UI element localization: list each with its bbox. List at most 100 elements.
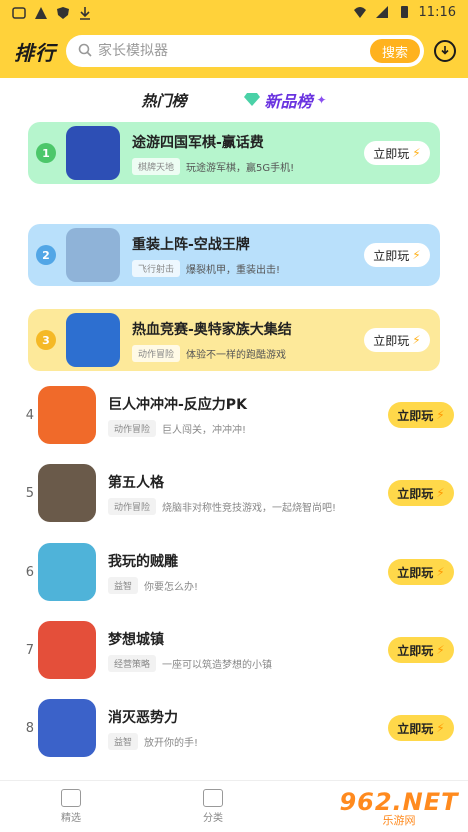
lightning-icon: ⚡	[436, 486, 445, 500]
lightning-icon: ⚡	[436, 721, 445, 735]
game-tag: 益智	[108, 576, 139, 594]
game-title: 第五人格	[108, 474, 164, 491]
battery-icon	[397, 5, 411, 19]
lightning-icon: ⚡	[412, 333, 421, 347]
search-icon	[78, 42, 92, 61]
top-game-card[interactable]: 1 途游四国军棋-赢话费 棋牌天地 玩途游军棋，赢5G手机! 立即玩 ⚡	[28, 122, 440, 184]
page-logo: 排行	[14, 40, 56, 65]
game-row[interactable]: 7 梦想城镇 经营策略 一座可以筑造梦想的小镇 立即玩 ⚡	[0, 619, 468, 681]
game-tag: 经营策略	[108, 654, 157, 672]
play-button[interactable]: 立即玩 ⚡	[364, 328, 430, 352]
game-row[interactable]: 6 我玩的贼雕 益智 你要怎么办! 立即玩 ⚡	[0, 541, 468, 603]
search-button[interactable]: 搜索	[369, 39, 420, 63]
rank-badge: 3	[36, 330, 56, 350]
shield-icon	[56, 5, 70, 19]
game-desc: 巨人闯关，冲冲冲!	[162, 424, 247, 436]
top-game-card[interactable]: 2 重装上阵-空战王牌 飞行射击 爆裂机甲，重装出击! 立即玩 ⚡	[28, 224, 440, 286]
search-input[interactable]	[98, 43, 370, 59]
play-label: 立即玩	[397, 721, 434, 736]
play-label: 立即玩	[373, 248, 410, 263]
game-title: 热血竞赛-奥特家族大集结	[132, 321, 292, 338]
rank-badge: 1	[36, 143, 56, 163]
game-tag: 益智	[108, 732, 139, 750]
game-title: 梦想城镇	[108, 631, 164, 648]
rank-number: 4	[25, 407, 34, 423]
game-title: 我玩的贼雕	[108, 553, 178, 570]
search-box[interactable]: 搜索	[66, 35, 424, 67]
play-button[interactable]: 立即玩 ⚡	[388, 559, 454, 585]
tab-new-label: 新品榜	[264, 92, 313, 111]
game-row[interactable]: 5 第五人格 动作冒险 烧脑非对称性竞技游戏，一起烧智尚吧! 立即玩 ⚡	[0, 462, 468, 524]
play-label: 立即玩	[397, 486, 434, 501]
nav-featured-label: 精选	[61, 813, 81, 824]
lightning-icon: ⚡	[436, 408, 445, 422]
top-game-card[interactable]: 3 热血竞赛-奥特家族大集结 动作冒险 体验不一样的跑酷游戏 立即玩 ⚡	[28, 309, 440, 371]
game-desc: 一座可以筑造梦想的小镇	[162, 659, 273, 671]
tab-hot-label: 热门榜	[141, 91, 187, 110]
game-tag: 棋牌天地	[132, 157, 181, 175]
game-icon	[38, 699, 96, 757]
rank-number: 8	[25, 720, 34, 736]
play-button[interactable]: 立即玩 ⚡	[388, 715, 454, 741]
game-desc: 放开你的手!	[144, 737, 199, 749]
rank-number: 5	[25, 485, 34, 501]
play-label: 立即玩	[373, 146, 410, 161]
game-desc: 体验不一样的跑酷游戏	[186, 349, 287, 361]
game-icon	[66, 228, 120, 282]
play-button[interactable]: 立即玩 ⚡	[364, 141, 430, 165]
game-icon	[38, 543, 96, 601]
play-label: 立即玩	[397, 408, 434, 423]
folder-icon	[203, 789, 223, 807]
game-tag: 动作冒险	[108, 497, 157, 515]
rank-number: 7	[25, 642, 34, 658]
nav-featured[interactable]: 精选	[0, 781, 142, 832]
lightning-icon: ⚡	[436, 643, 445, 657]
diamond-icon	[244, 91, 261, 110]
rank-number: 6	[25, 564, 34, 580]
game-tag: 动作冒险	[108, 419, 157, 437]
nav-category[interactable]: 分类	[142, 781, 284, 832]
play-button[interactable]: 立即玩 ⚡	[388, 402, 454, 428]
game-icon	[66, 313, 120, 367]
tab-hot[interactable]: 热门榜	[141, 90, 186, 111]
game-desc: 爆裂机甲，重装出击!	[186, 264, 281, 276]
play-label: 立即玩	[397, 565, 434, 580]
download-status-icon	[78, 5, 92, 20]
status-time: 11:16	[418, 4, 456, 20]
play-button[interactable]: 立即玩 ⚡	[388, 480, 454, 506]
signal-icon	[375, 5, 389, 19]
game-icon	[38, 464, 96, 522]
download-icon	[439, 42, 451, 61]
game-icon	[38, 386, 96, 444]
rank-badge: 2	[36, 245, 56, 265]
gamepad-icon	[61, 789, 81, 807]
game-tag: 飞行射击	[132, 259, 181, 277]
play-label: 立即玩	[373, 333, 410, 348]
download-manager-button[interactable]	[434, 40, 456, 62]
game-desc: 玩途游军棋，赢5G手机!	[186, 162, 295, 174]
lightning-icon: ⚡	[436, 565, 445, 579]
lightning-icon: ⚡	[412, 248, 421, 262]
game-desc: 你要怎么办!	[144, 581, 199, 593]
play-button[interactable]: 立即玩 ⚡	[364, 243, 430, 267]
game-row[interactable]: 4 巨人冲冲冲-反应力PK 动作冒险 巨人闯关，冲冲冲! 立即玩 ⚡	[0, 384, 468, 446]
game-row[interactable]: 8 消灭恶势力 益智 放开你的手! 立即玩 ⚡	[0, 697, 468, 759]
header: 排行 搜索	[0, 24, 468, 78]
game-title: 途游四国军棋-赢话费	[132, 134, 264, 151]
wifi-icon	[353, 5, 367, 19]
watermark-text: 乐游网	[382, 814, 416, 827]
status-bar: 11:16	[0, 0, 468, 24]
warning-icon	[34, 5, 48, 19]
tab-new[interactable]: 新品榜 ✦	[244, 88, 327, 112]
rank-tabs: 热门榜 新品榜 ✦	[0, 82, 468, 118]
game-title: 重装上阵-空战王牌	[132, 236, 250, 253]
site-watermark: 962.NET 乐游网	[330, 784, 468, 832]
nav-category-label: 分类	[203, 813, 223, 824]
sparkle-icon: ✦	[316, 93, 327, 107]
game-title: 巨人冲冲冲-反应力PK	[108, 396, 247, 413]
game-icon	[38, 621, 96, 679]
play-label: 立即玩	[397, 643, 434, 658]
play-button[interactable]: 立即玩 ⚡	[388, 637, 454, 663]
game-desc: 烧脑非对称性竞技游戏，一起烧智尚吧!	[162, 502, 337, 514]
game-title: 消灭恶势力	[108, 709, 178, 726]
